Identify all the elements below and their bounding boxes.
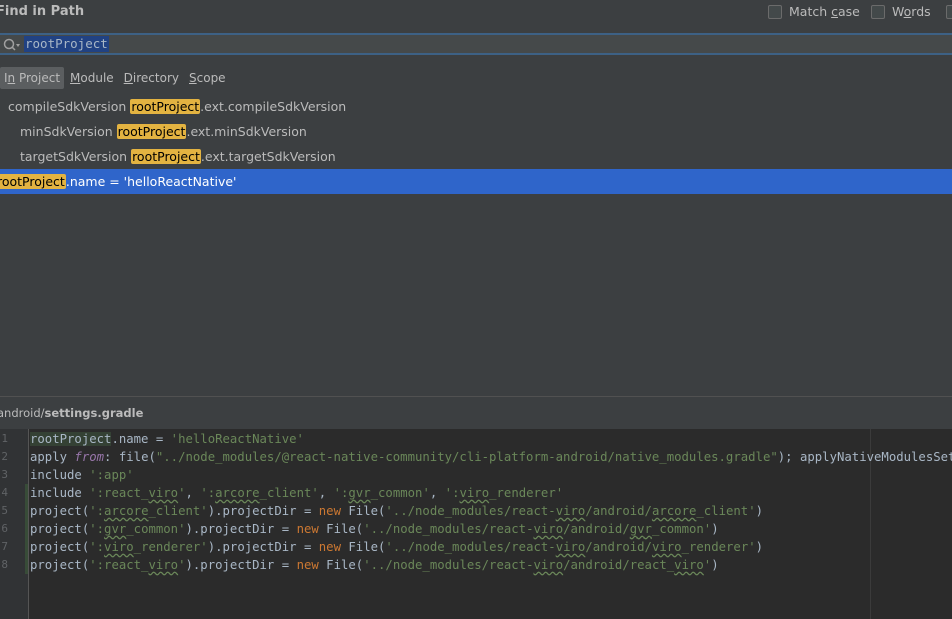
tab-module[interactable]: Module (66, 67, 118, 89)
result-match: rootProject (131, 149, 201, 164)
line-number: 8 (1, 558, 8, 571)
result-text: .ext.compileSdkVersion (200, 99, 347, 114)
code-line: project(':viro_renderer').projectDir = n… (30, 540, 764, 554)
dialog-header: Find in Path Match case Words (0, 0, 952, 30)
search-input[interactable]: rootProject (24, 36, 109, 52)
result-text: compileSdkVersion (8, 99, 131, 114)
results-list: compileSdkVersion rootProject.ext.compil… (0, 94, 952, 194)
result-text: .ext.targetSdkVersion (200, 149, 336, 164)
code-line: include ':app' (30, 468, 134, 482)
words-option[interactable]: Words (871, 4, 931, 19)
preview-divider[interactable] (0, 396, 952, 397)
preview-header: android/settings.gradle (0, 400, 952, 428)
gutter-border (28, 429, 29, 619)
match-case-label: Match case (789, 4, 860, 19)
result-row-selected[interactable]: rootProject.name = 'helloReactNative' (0, 169, 952, 194)
file-path: android/settings.gradle (0, 406, 143, 420)
code-line: rootProject.name = 'helloReactNative' (30, 432, 304, 446)
result-row[interactable]: minSdkVersion rootProject.ext.minSdkVers… (0, 119, 952, 144)
result-match: rootProject (0, 174, 66, 189)
code-line: apply from: file("../node_modules/@react… (30, 450, 952, 464)
code-lines: rootProject.name = 'helloReactNative' app… (30, 430, 952, 574)
scope-tabs: In Project Module Directory Scope (0, 66, 232, 90)
line-number: 5 (1, 504, 8, 517)
match-case-checkbox[interactable] (768, 4, 782, 19)
words-checkbox[interactable] (871, 4, 885, 19)
regex-checkbox[interactable] (946, 5, 952, 19)
match-case-option[interactable]: Match case (768, 4, 860, 19)
result-row[interactable]: targetSdkVersion rootProject.ext.targetS… (0, 144, 952, 169)
code-preview[interactable]: 1 2 3 4 5 6 7 8 rootProject.name = 'hell… (0, 429, 952, 619)
result-match: rootProject (116, 124, 187, 139)
code-line: project(':arcore_client').projectDir = n… (30, 504, 764, 518)
result-text: targetSdkVersion (20, 149, 132, 164)
result-text: .name = 'helloReactNative' (65, 174, 237, 189)
file-dir: android/ (0, 406, 45, 420)
words-label: Words (892, 4, 931, 19)
code-line: project(':gvr_common').projectDir = new … (30, 522, 719, 536)
tab-in-project[interactable]: In Project (0, 67, 65, 89)
dialog-title: Find in Path (0, 4, 85, 19)
code-line: include ':react_viro', ':arcore_client',… (30, 486, 564, 500)
line-number: 4 (1, 486, 8, 499)
line-number: 6 (1, 522, 8, 535)
result-text: minSdkVersion (20, 124, 117, 139)
search-history-icon[interactable] (2, 37, 22, 53)
line-gutter: 1 2 3 4 5 6 7 8 (0, 429, 28, 619)
result-text: .ext.minSdkVersion (186, 124, 307, 139)
result-match: rootProject (130, 99, 201, 114)
tab-scope[interactable]: Scope (185, 67, 230, 89)
search-field[interactable]: rootProject (0, 33, 952, 55)
line-number: 7 (1, 540, 8, 553)
file-name: settings.gradle (44, 406, 144, 420)
line-number: 2 (1, 450, 8, 463)
line-number: 3 (1, 468, 8, 481)
tab-directory[interactable]: Directory (120, 67, 183, 89)
code-line: project(':react_viro').projectDir = new … (30, 558, 719, 572)
line-number: 1 (1, 432, 8, 445)
result-row[interactable]: compileSdkVersion rootProject.ext.compil… (0, 94, 952, 119)
